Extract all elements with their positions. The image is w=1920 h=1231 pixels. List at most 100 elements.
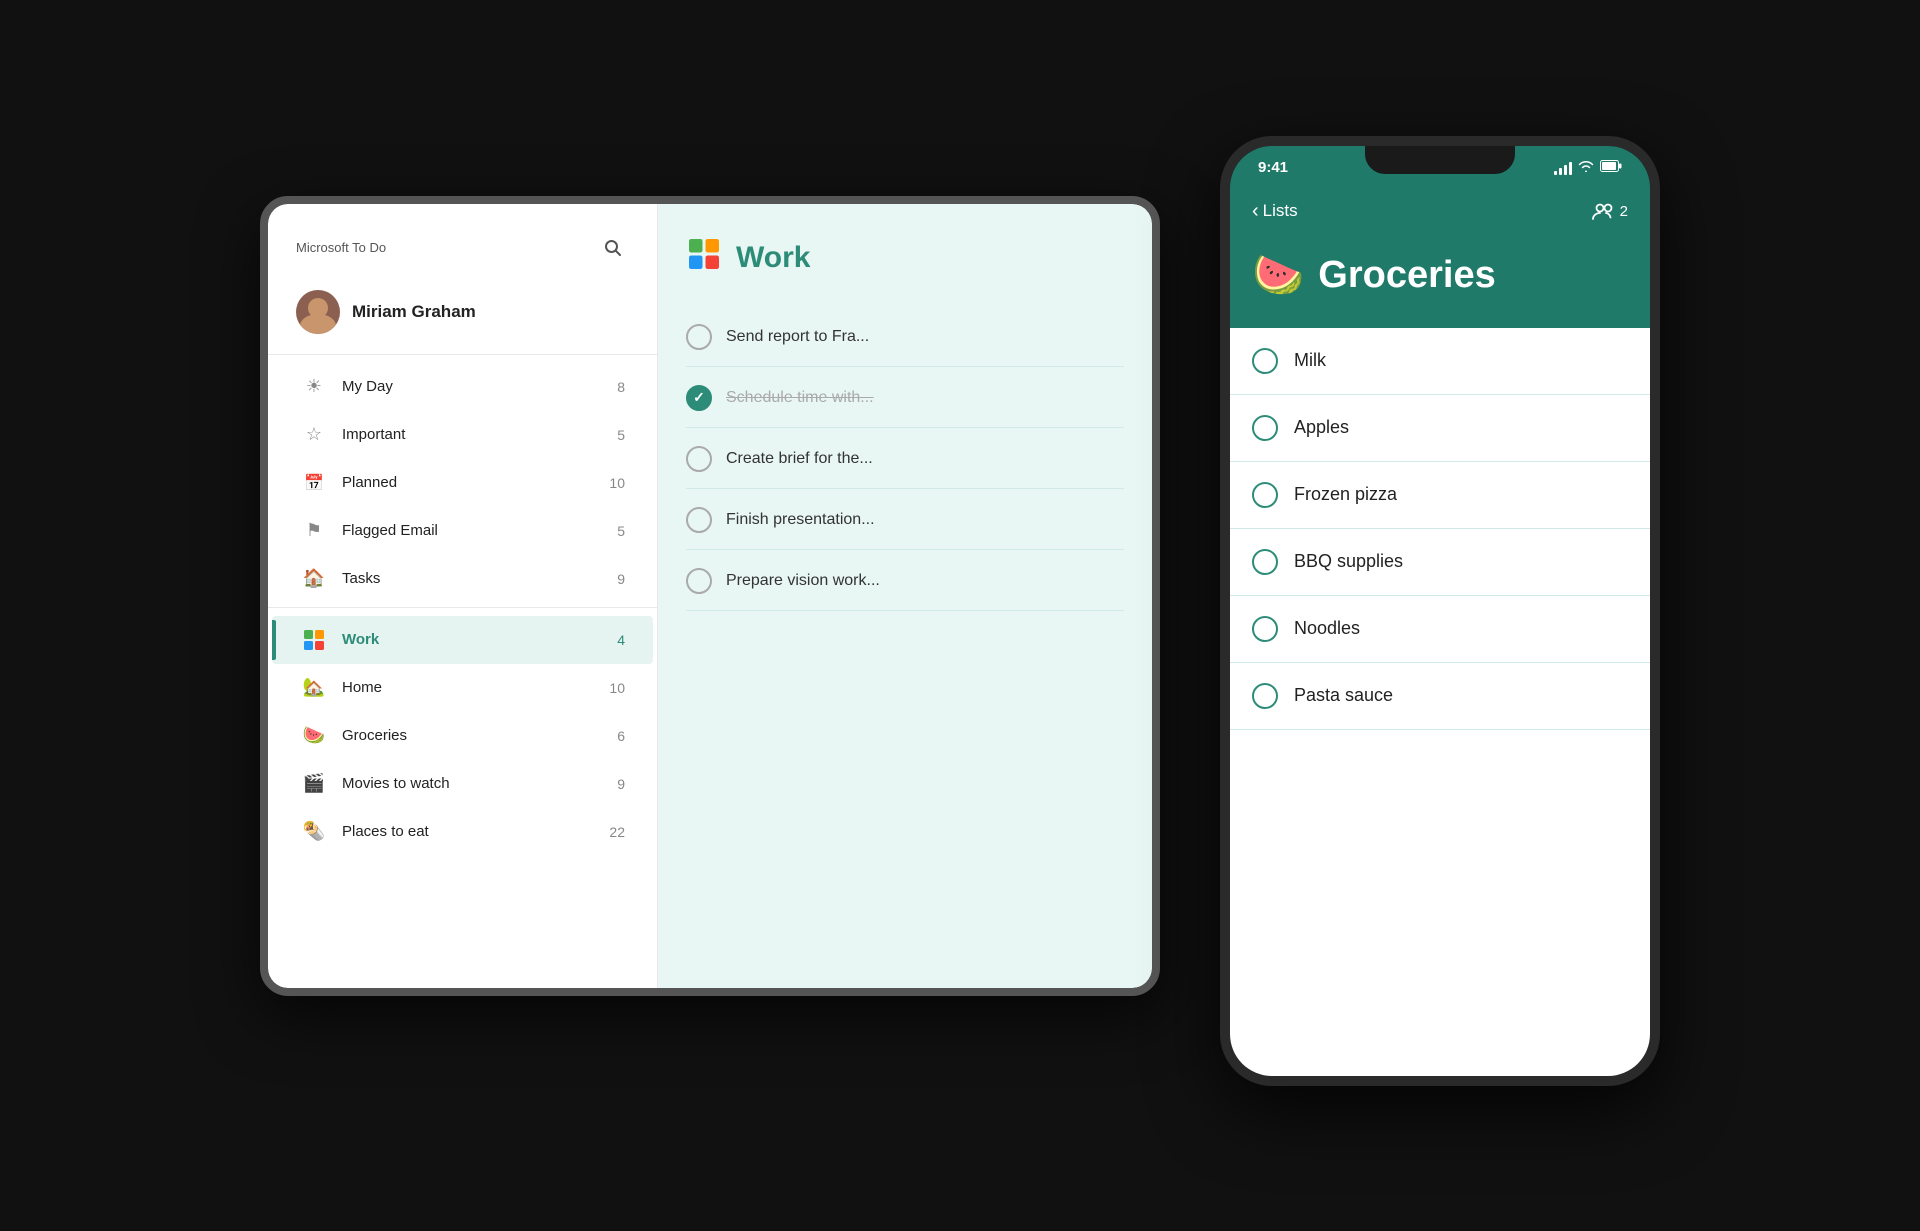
task-text: Prepare vision work... [726, 572, 880, 590]
sidebar-item-label: Groceries [342, 727, 605, 744]
wifi-svg [1578, 160, 1594, 172]
work-panel-list-icon [686, 236, 722, 272]
home-icon: 🏡 [300, 674, 328, 702]
groceries-icon: 🍉 [300, 722, 328, 750]
star-icon: ☆ [300, 421, 328, 449]
sidebar-item-places[interactable]: 🌯 Places to eat 22 [272, 808, 653, 856]
phone-nav: ‹ Lists 2 [1230, 190, 1650, 235]
list-item[interactable]: BBQ supplies [1230, 529, 1650, 596]
sidebar-item-count: 10 [605, 680, 625, 696]
share-button[interactable]: 2 [1592, 201, 1628, 221]
sidebar-header: Microsoft To Do [268, 204, 657, 280]
sidebar-item-movies[interactable]: 🎬 Movies to watch 9 [272, 760, 653, 808]
task-text: Create brief for the... [726, 450, 873, 468]
grocery-item-label: Noodles [1294, 618, 1360, 639]
sidebar-item-label: Movies to watch [342, 775, 605, 792]
task-text: Finish presentation... [726, 511, 875, 529]
sidebar-item-planned[interactable]: 📅 Planned 10 [272, 459, 653, 507]
user-row[interactable]: Miriam Graham [268, 280, 657, 350]
battery-svg [1600, 160, 1622, 172]
task-list: Send report to Fra... Schedule time with… [686, 308, 1124, 611]
back-button[interactable]: ‹ Lists [1252, 200, 1298, 223]
search-button[interactable] [597, 232, 629, 264]
list-item[interactable]: Pasta sauce [1230, 663, 1650, 730]
flag-icon: ⚑ [300, 517, 328, 545]
list-item[interactable]: Frozen pizza [1230, 462, 1650, 529]
battery-icon [1600, 160, 1622, 175]
sidebar-item-label: Tasks [342, 570, 605, 587]
sidebar-item-label: Important [342, 426, 605, 443]
sidebar-item-count: 9 [605, 776, 625, 792]
task-checkbox-5[interactable] [686, 568, 712, 594]
grocery-checkbox-1[interactable] [1252, 348, 1278, 374]
sidebar-item-label: Flagged Email [342, 522, 605, 539]
sidebar-item-count: 6 [605, 728, 625, 744]
task-checkbox-3[interactable] [686, 446, 712, 472]
scene: Microsoft To Do Miriam Graham ☀ [260, 116, 1660, 1116]
status-bar: 9:41 [1230, 146, 1650, 190]
divider-mid [268, 607, 657, 608]
bar-4 [1569, 162, 1572, 175]
sidebar-item-count: 4 [605, 632, 625, 648]
grocery-checkbox-4[interactable] [1252, 549, 1278, 575]
table-row[interactable]: Create brief for the... [686, 430, 1124, 489]
sidebar-item-my-day[interactable]: ☀ My Day 8 [272, 363, 653, 411]
work-panel-title: Work [736, 241, 810, 275]
sidebar: Microsoft To Do Miriam Graham ☀ [268, 204, 658, 988]
sidebar-item-flagged-email[interactable]: ⚑ Flagged Email 5 [272, 507, 653, 555]
task-checkbox-1[interactable] [686, 324, 712, 350]
phone: 9:41 [1220, 136, 1660, 1086]
app-title: Microsoft To Do [296, 240, 386, 255]
chevron-left-icon: ‹ [1252, 200, 1259, 223]
grocery-item-label: BBQ supplies [1294, 551, 1403, 572]
sidebar-item-tasks[interactable]: 🏠 Tasks 9 [272, 555, 653, 603]
grocery-item-label: Milk [1294, 350, 1326, 371]
table-row[interactable]: Send report to Fra... [686, 308, 1124, 367]
grocery-item-label: Apples [1294, 417, 1349, 438]
work-icon [300, 626, 328, 654]
divider-top [268, 354, 657, 355]
signal-bars [1554, 161, 1572, 175]
task-text: Schedule time with... [726, 389, 874, 407]
list-item[interactable]: Apples [1230, 395, 1650, 462]
work-panel: Work Send report to Fra... Schedule time… [658, 204, 1152, 988]
grocery-checkbox-6[interactable] [1252, 683, 1278, 709]
sidebar-item-count: 5 [605, 427, 625, 443]
grocery-title: Groceries [1318, 254, 1495, 297]
tablet: Microsoft To Do Miriam Graham ☀ [260, 196, 1160, 996]
list-item[interactable]: Noodles [1230, 596, 1650, 663]
task-checkbox-2[interactable] [686, 385, 712, 411]
sidebar-item-label: Planned [342, 474, 605, 491]
grocery-checkbox-2[interactable] [1252, 415, 1278, 441]
search-icon [604, 239, 622, 257]
places-icon: 🌯 [300, 818, 328, 846]
table-row[interactable]: Finish presentation... [686, 491, 1124, 550]
sidebar-item-count: 22 [605, 824, 625, 840]
status-icons [1554, 160, 1622, 175]
user-name: Miriam Graham [352, 302, 476, 322]
sidebar-item-count: 5 [605, 523, 625, 539]
wifi-icon [1578, 160, 1594, 175]
back-label: Lists [1263, 201, 1298, 221]
avatar [296, 290, 340, 334]
calendar-icon: 📅 [300, 469, 328, 497]
bar-2 [1559, 168, 1562, 175]
sidebar-item-home[interactable]: 🏡 Home 10 [272, 664, 653, 712]
share-people-icon [1592, 201, 1614, 221]
sidebar-item-label: My Day [342, 378, 605, 395]
work-list-icon [302, 628, 326, 652]
share-count: 2 [1620, 203, 1628, 220]
sidebar-item-work[interactable]: Work 4 [272, 616, 653, 664]
task-checkbox-4[interactable] [686, 507, 712, 533]
table-row[interactable]: Prepare vision work... [686, 552, 1124, 611]
sidebar-item-important[interactable]: ☆ Important 5 [272, 411, 653, 459]
movies-icon: 🎬 [300, 770, 328, 798]
bar-1 [1554, 171, 1557, 175]
grocery-checkbox-5[interactable] [1252, 616, 1278, 642]
sun-icon: ☀ [300, 373, 328, 401]
grocery-checkbox-3[interactable] [1252, 482, 1278, 508]
grocery-item-label: Pasta sauce [1294, 685, 1393, 706]
sidebar-item-groceries[interactable]: 🍉 Groceries 6 [272, 712, 653, 760]
list-item[interactable]: Milk [1230, 328, 1650, 395]
table-row[interactable]: Schedule time with... [686, 369, 1124, 428]
